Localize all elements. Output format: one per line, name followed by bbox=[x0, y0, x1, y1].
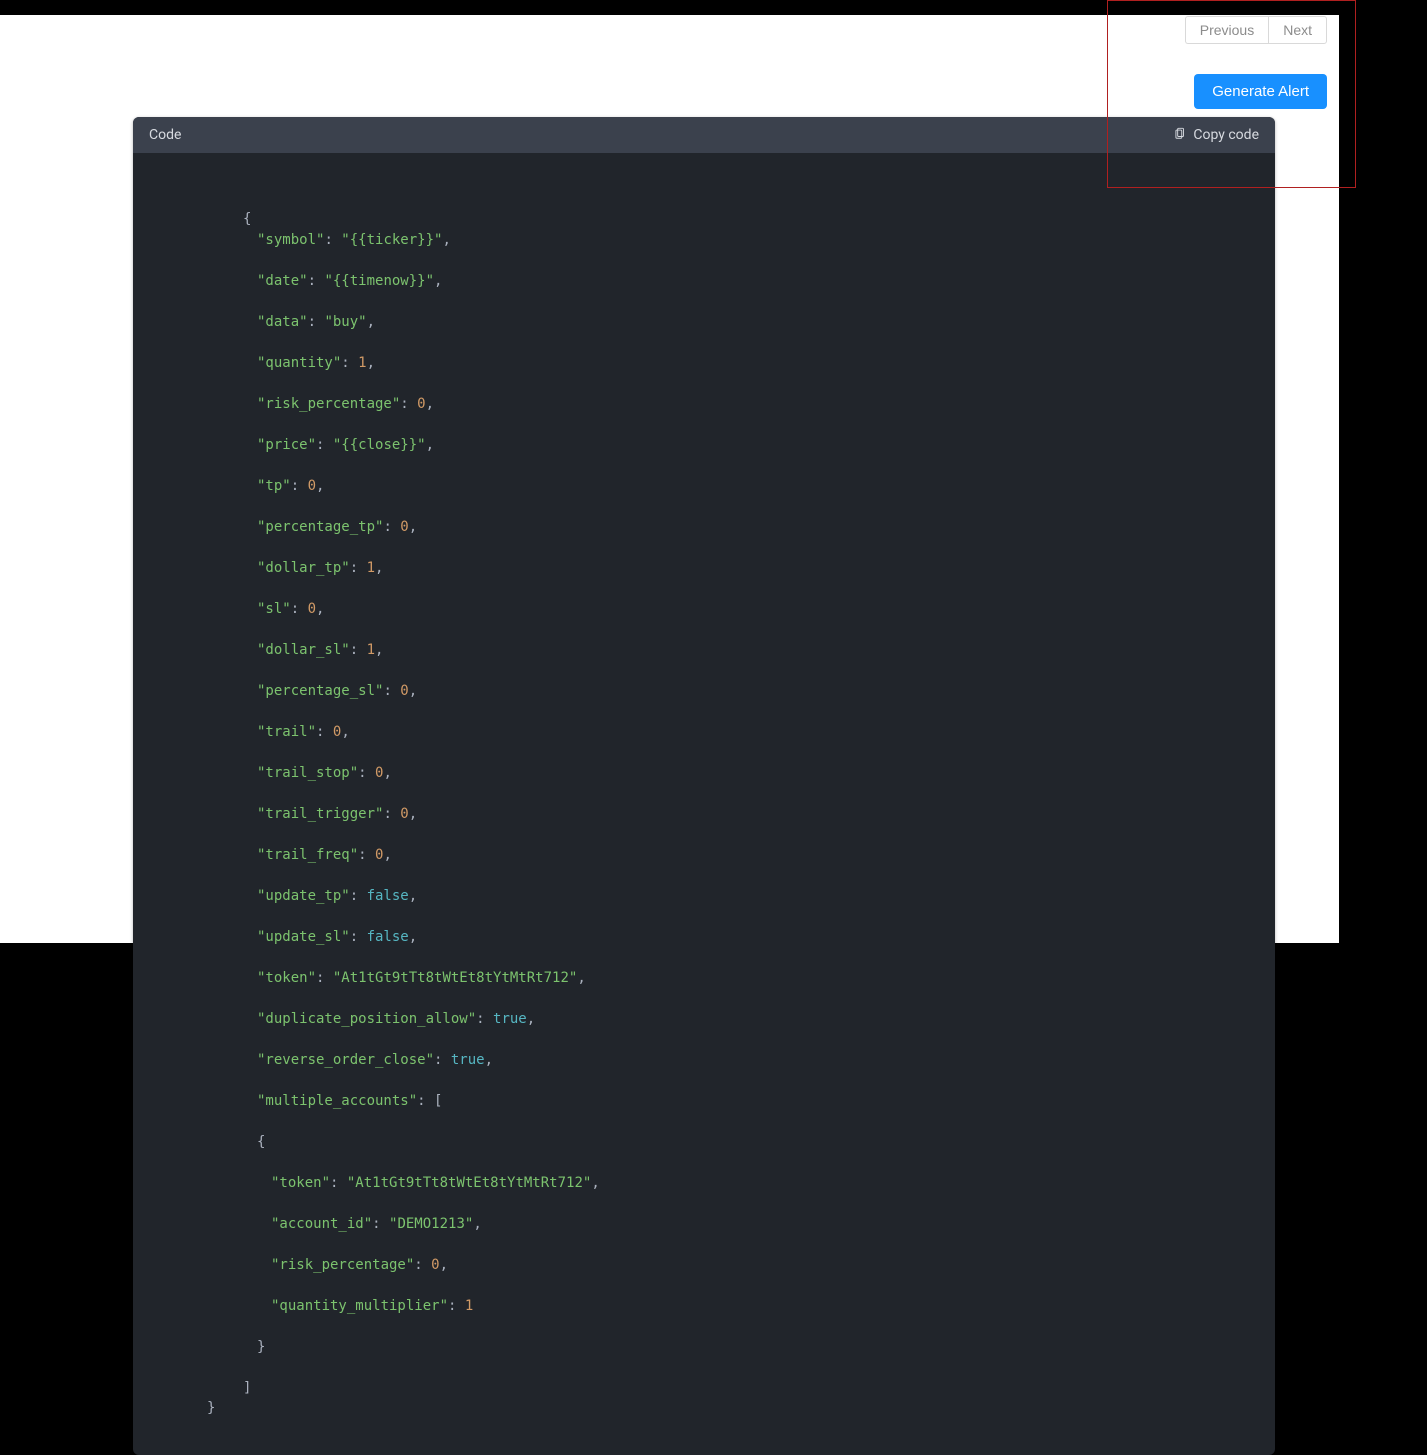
clipboard-icon bbox=[1173, 126, 1187, 144]
code-panel: Code Copy code { "symbol": "{{ticker}}",… bbox=[133, 117, 1275, 1455]
pager: Previous Next bbox=[1185, 16, 1327, 44]
code-body[interactable]: { "symbol": "{{ticker}}", "date": "{{tim… bbox=[133, 153, 1275, 1455]
top-right-controls: Previous Next Generate Alert bbox=[1185, 16, 1327, 109]
copy-code-button[interactable]: Copy code bbox=[1173, 126, 1259, 144]
code-panel-title: Code bbox=[149, 127, 181, 143]
code-panel-header: Code Copy code bbox=[133, 117, 1275, 153]
copy-code-label: Copy code bbox=[1193, 127, 1259, 143]
right-black-strip bbox=[1339, 0, 1427, 943]
previous-button[interactable]: Previous bbox=[1185, 16, 1268, 44]
next-button[interactable]: Next bbox=[1268, 16, 1327, 44]
generate-alert-button[interactable]: Generate Alert bbox=[1194, 74, 1327, 109]
